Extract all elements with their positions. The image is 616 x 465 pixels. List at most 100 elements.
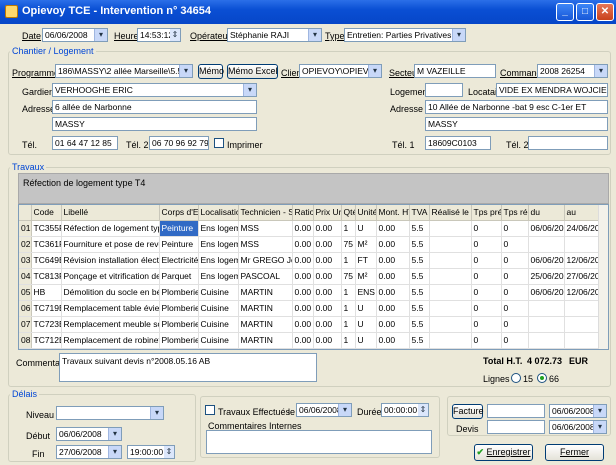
column-header[interactable]: Prix Unit [313, 205, 342, 221]
table-cell[interactable]: 1 [341, 300, 356, 317]
table-cell[interactable]: Ens logement [198, 220, 239, 237]
table-cell[interactable]: 5.5 [409, 220, 430, 237]
maximize-icon[interactable]: □ [576, 3, 594, 21]
table-cell[interactable]: TC813R [31, 268, 62, 285]
table-cell[interactable]: 0.00 [313, 316, 342, 333]
travaux-effectues-checkbox[interactable] [205, 405, 215, 415]
grid-scrollbar[interactable] [598, 205, 608, 349]
table-cell[interactable]: 0.00 [313, 268, 342, 285]
table-cell[interactable]: Remplacement de robinet mélangeur [61, 332, 160, 349]
table-cell[interactable] [564, 300, 601, 317]
table-cell[interactable]: Ens logement [198, 252, 239, 269]
tel-loc2-field[interactable] [528, 136, 608, 150]
column-header[interactable]: TVA [409, 205, 430, 221]
client-field[interactable]: OPIEVOY\OPIEVOY\145 [299, 64, 382, 78]
travaux-description[interactable]: Réfection de logement type T4 [18, 173, 609, 204]
table-cell[interactable]: TC712B [31, 332, 62, 349]
table-cell[interactable] [429, 332, 472, 349]
table-cell[interactable]: ENS [355, 284, 377, 301]
table-cell[interactable]: MARTIN [238, 284, 293, 301]
table-cell[interactable]: PASCOAL [238, 268, 293, 285]
table-cell[interactable] [429, 268, 472, 285]
table-cell[interactable]: 0 [471, 268, 502, 285]
table-cell[interactable]: M² [355, 236, 377, 253]
table-cell[interactable]: 0.00 [292, 300, 314, 317]
table-cell[interactable]: MARTIN [238, 316, 293, 333]
table-cell[interactable]: 0 [471, 300, 502, 317]
debut-field[interactable]: 06/06/2008 [56, 427, 122, 441]
table-cell[interactable]: Remplacement table évier inox [61, 300, 160, 317]
table-cell[interactable]: Ponçage et vitrification de parquet [61, 268, 160, 285]
commentaires-internes-field[interactable] [206, 430, 432, 454]
table-cell[interactable]: 0.00 [292, 252, 314, 269]
table-cell[interactable]: 0 [501, 332, 529, 349]
column-header[interactable]: Unité [355, 205, 377, 221]
table-cell[interactable]: U [355, 300, 377, 317]
adresse-line1[interactable]: 6 allée de Narbonne [52, 100, 257, 114]
table-cell[interactable]: Electricité [159, 252, 199, 269]
table-cell[interactable]: 5.5 [409, 252, 430, 269]
table-cell[interactable]: 0.00 [376, 332, 410, 349]
table-cell[interactable]: 24/06/200 [564, 220, 601, 237]
table-cell[interactable]: Parquet [159, 268, 199, 285]
facture-date-field[interactable]: 06/06/2008 [549, 404, 607, 418]
adresse-loc-line1[interactable]: 10 Allée de Narbonne -bat 9 esc C-1er ET [425, 100, 608, 114]
column-header[interactable]: Localisation [198, 205, 239, 221]
table-cell[interactable]: 5.5 [409, 332, 430, 349]
table-cell[interactable]: 0 [471, 236, 502, 253]
table-cell[interactable]: 5.5 [409, 284, 430, 301]
tel2-field[interactable]: 06 70 96 92 79 [149, 136, 209, 150]
table-cell[interactable] [564, 316, 601, 333]
column-header[interactable] [19, 205, 32, 221]
table-cell[interactable]: 0.00 [313, 252, 342, 269]
table-cell[interactable]: 5.5 [409, 316, 430, 333]
table-cell[interactable]: 27/06/200 [564, 268, 601, 285]
table-cell[interactable]: MARTIN [238, 300, 293, 317]
fin-field[interactable]: 27/06/2008 [56, 445, 122, 459]
table-cell[interactable]: 0.00 [313, 236, 342, 253]
table-cell[interactable]: Cuisine [198, 332, 239, 349]
column-header[interactable]: Code [31, 205, 62, 221]
table-cell[interactable]: Plomberie [159, 332, 199, 349]
memo-button[interactable]: Mémo [198, 64, 224, 79]
table-cell[interactable]: 0 [501, 268, 529, 285]
column-header[interactable]: au [564, 205, 601, 221]
table-cell[interactable]: Cuisine [198, 284, 239, 301]
table-cell[interactable]: 0.00 [313, 220, 342, 237]
table-cell[interactable]: 0.00 [376, 252, 410, 269]
table-cell[interactable]: 0.00 [376, 220, 410, 237]
table-cell[interactable]: 0.00 [292, 268, 314, 285]
table-row[interactable]: 01TC355PRéfection de logement type T4Pei… [19, 220, 601, 237]
table-cell[interactable]: 0 [501, 300, 529, 317]
table-cell[interactable]: Réfection de logement type T4 [61, 220, 160, 237]
tel-loc-field[interactable]: 18609C0103 [425, 136, 491, 150]
adresse-loc-line2[interactable]: MASSY [425, 117, 608, 131]
table-cell[interactable]: 1 [341, 284, 356, 301]
devis-field[interactable] [487, 420, 545, 434]
commentaires-field[interactable]: Travaux suivant devis n°2008.05.16 AB [59, 353, 317, 382]
column-header[interactable]: du [528, 205, 565, 221]
table-cell[interactable]: TC723B [31, 316, 62, 333]
table-cell[interactable]: 12/06/200 [564, 252, 601, 269]
table-cell[interactable]: 0.00 [292, 236, 314, 253]
operateur-field[interactable]: Stéphanie RAJI [227, 28, 322, 42]
table-cell[interactable]: Cuisine [198, 300, 239, 317]
table-cell[interactable]: 0.00 [376, 236, 410, 253]
table-cell[interactable]: 0.00 [376, 300, 410, 317]
table-cell[interactable]: M² [355, 268, 377, 285]
table-cell[interactable] [429, 236, 472, 253]
table-row[interactable]: 04TC813RPonçage et vitrification de parq… [19, 268, 601, 285]
column-header[interactable]: Technicien - S/T [238, 205, 293, 221]
type-field[interactable]: Entretien: Parties Privatives [344, 28, 466, 42]
close-icon[interactable]: ✕ [596, 3, 614, 21]
logement-field[interactable] [425, 83, 463, 97]
table-cell[interactable]: TC719B [31, 300, 62, 317]
enregistrer-button[interactable]: ✔ Enregistrer [474, 444, 533, 461]
column-header[interactable]: Ratio [292, 205, 314, 221]
gardien-field[interactable]: VERHOOGHE ERIC [52, 83, 257, 97]
table-cell[interactable]: Révision installation électrique [61, 252, 160, 269]
table-cell[interactable]: Cuisine [198, 316, 239, 333]
table-cell[interactable] [429, 284, 472, 301]
table-row[interactable]: 03TC649ERévision installation électrique… [19, 252, 601, 269]
niveau-field[interactable] [56, 406, 164, 420]
